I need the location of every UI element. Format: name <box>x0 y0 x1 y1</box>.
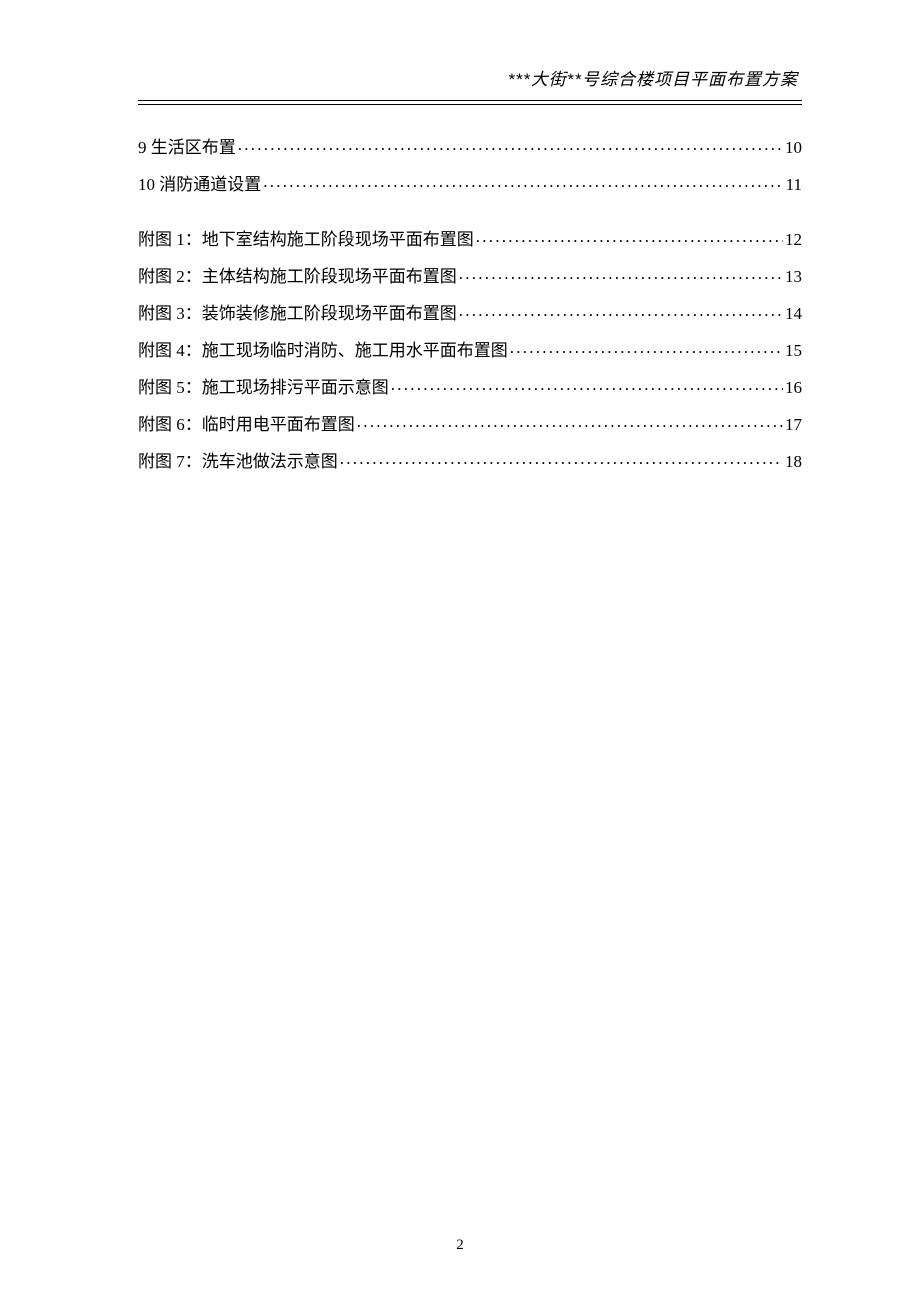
toc-page-number: 17 <box>785 416 802 433</box>
toc-label: 9 生活区布置 <box>138 139 236 156</box>
document-page: ***大街**号综合楼项目平面布置方案 9 生活区布置 10 10 消防通道设置… <box>0 0 920 470</box>
toc-entry: 附图 6：临时用电平面布置图 17 <box>138 413 802 433</box>
toc-label: 附图 2：主体结构施工阶段现场平面布置图 <box>138 268 457 285</box>
toc-entry: 附图 5：施工现场排污平面示意图 16 <box>138 376 802 396</box>
page-number: 2 <box>0 1237 920 1254</box>
toc-entry: 附图 1：地下室结构施工阶段现场平面布置图 12 <box>138 228 802 248</box>
page-number-value: 2 <box>456 1237 464 1253</box>
toc-leader <box>459 265 783 282</box>
toc-entry: 附图 4：施工现场临时消防、施工用水平面布置图 15 <box>138 339 802 359</box>
toc-entry: 10 消防通道设置 11 <box>138 173 802 193</box>
toc-leader <box>263 173 783 190</box>
header-title: ***大街**号综合楼项目平面布置方案 <box>508 70 798 89</box>
toc-label: 附图 4：施工现场临时消防、施工用水平面布置图 <box>138 342 508 359</box>
toc-leader <box>340 450 783 467</box>
toc-page-number: 12 <box>785 231 802 248</box>
header-rule <box>138 100 802 104</box>
toc-page-number: 13 <box>785 268 802 285</box>
toc-label: 附图 3：装饰装修施工阶段现场平面布置图 <box>138 305 457 322</box>
toc-entry: 附图 2：主体结构施工阶段现场平面布置图 13 <box>138 265 802 285</box>
toc-leader <box>391 376 783 393</box>
toc-label: 附图 5：施工现场排污平面示意图 <box>138 379 389 396</box>
toc-leader <box>357 413 783 430</box>
toc-label: 10 消防通道设置 <box>138 176 261 193</box>
toc-page-number: 14 <box>785 305 802 322</box>
toc-label: 附图 1：地下室结构施工阶段现场平面布置图 <box>138 231 474 248</box>
toc-leader <box>238 136 783 153</box>
toc-label: 附图 6：临时用电平面布置图 <box>138 416 355 433</box>
toc-page-number: 16 <box>785 379 802 396</box>
toc-leader <box>476 228 783 245</box>
page-header: ***大街**号综合楼项目平面布置方案 <box>138 65 802 100</box>
toc-entry: 9 生活区布置 10 <box>138 136 802 156</box>
toc-entry: 附图 3：装饰装修施工阶段现场平面布置图 14 <box>138 302 802 322</box>
toc-label: 附图 7：洗车池做法示意图 <box>138 453 338 470</box>
toc-entry: 附图 7：洗车池做法示意图 18 <box>138 450 802 470</box>
toc-leader <box>459 302 783 319</box>
toc-page-number: 15 <box>785 342 802 359</box>
toc-section-gap <box>138 210 802 228</box>
toc-page-number: 18 <box>785 453 802 470</box>
toc-page-number: 11 <box>786 176 802 193</box>
toc-page-number: 10 <box>785 139 802 156</box>
toc-leader <box>510 339 783 356</box>
